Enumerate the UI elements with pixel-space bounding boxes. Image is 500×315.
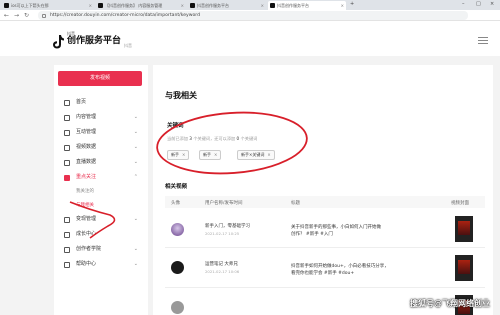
new-tab-icon[interactable]: + (350, 0, 354, 9)
sidebar-subitem-my-follows[interactable]: 我关注的 (54, 184, 148, 199)
browser-extensions (466, 12, 496, 27)
reload-icon[interactable]: ↻ (24, 11, 29, 20)
keyword-chip[interactable]: 新手 × (199, 150, 222, 160)
academy-icon (64, 247, 70, 253)
live-icon (64, 160, 70, 166)
keyword-chip[interactable]: 新手×关键词 × (237, 150, 275, 160)
app-header: 抖音 创作服务平台 抖音 (0, 21, 500, 56)
sidebar-item-interaction[interactable]: 互动管理 ⌄ (54, 125, 148, 140)
keywords-remaining: 0 (236, 136, 240, 141)
video-cover[interactable] (455, 216, 473, 242)
address-bar: ← → ↻ https://creator.douyin.com/creator… (0, 10, 500, 27)
page-title: 与我相关 (165, 91, 197, 100)
focus-icon (64, 175, 70, 181)
close-icon[interactable]: × (341, 1, 344, 10)
avatar (171, 261, 184, 274)
home-icon (64, 100, 70, 106)
minimize-icon[interactable]: – (462, 0, 465, 9)
sidebar-item-home[interactable]: 首页 (54, 95, 148, 110)
chevron-down-icon: ⌄ (133, 246, 138, 252)
window-close-icon[interactable]: × (490, 0, 494, 9)
browser-tab-3[interactable]: 抖音创作服务平台 × (188, 1, 266, 10)
chart-icon (64, 145, 70, 151)
keywords-title: 关键词 (167, 123, 184, 129)
chevron-down-icon: ⌄ (133, 159, 138, 165)
interaction-icon (64, 130, 70, 136)
sidebar-item-content[interactable]: 内容管理 ⌄ (54, 110, 148, 125)
tiktok-favicon-icon (98, 3, 103, 8)
sidebar-item-help[interactable]: 帮助中心 ⌄ (54, 257, 148, 272)
publish-video-button[interactable]: 发布视频 (58, 71, 142, 86)
platform-switch[interactable]: 抖音 (124, 43, 132, 49)
tiktok-favicon-icon (270, 3, 275, 8)
sidebar-item-live-data[interactable]: 直播数据 ⌄ (54, 155, 148, 170)
row-divider (165, 287, 485, 288)
chevron-up-icon: ⌃ (133, 174, 138, 180)
maximize-icon[interactable]: □ (476, 0, 481, 9)
row-divider (165, 247, 485, 248)
browser-tab-1[interactable]: ios可以上下箭头在那 × (2, 1, 94, 10)
watermark: 搜狐号@飞翔网络创业 (410, 299, 490, 308)
related-videos-title: 相关视频 (165, 184, 188, 190)
column-header-avatar: 头像 (171, 201, 180, 206)
content-icon (64, 115, 70, 121)
keywords-count: 3 (189, 136, 192, 141)
column-header-title: 标题 (291, 201, 300, 206)
menu-icon[interactable] (478, 37, 488, 45)
column-header-cover: 视频封面 (451, 201, 469, 206)
tab-favicon-icon (4, 3, 9, 8)
chevron-down-icon: ⌄ (133, 129, 138, 135)
back-icon[interactable]: ← (4, 11, 9, 20)
video-cover[interactable] (455, 255, 473, 281)
sidebar: 发布视频 首页 内容管理 ⌄ 互动管理 ⌄ 视频数据 ⌄ 直播数据 ⌄ 重点关注… (54, 65, 148, 315)
column-header-user: 用户名称/发布时间 (205, 201, 243, 206)
chevron-down-icon: ⌄ (133, 144, 138, 150)
close-icon[interactable]: × (181, 1, 184, 10)
growth-icon (64, 232, 70, 238)
url-input[interactable]: https://creator.douyin.com/creator-micro… (38, 11, 468, 20)
close-icon[interactable]: × (261, 1, 264, 10)
avatar (171, 301, 184, 314)
browser-tab-2[interactable]: 【抖音创作服务】 内容服务管理 × (96, 1, 186, 10)
help-icon (64, 262, 70, 268)
close-icon[interactable]: × (182, 152, 185, 157)
tiktok-favicon-icon (190, 3, 195, 8)
close-icon[interactable]: × (89, 1, 92, 10)
lock-icon (42, 14, 46, 18)
sidebar-subitem-related-to-me[interactable]: 与我相关 (54, 198, 148, 213)
douyin-logo-icon (53, 35, 64, 49)
sidebar-item-monetization[interactable]: 变现管理 ⌄ (54, 212, 148, 227)
browser-tab-4[interactable]: 抖音创作服务平台 × (268, 1, 346, 10)
sidebar-item-focus[interactable]: 重点关注 ⌃ (54, 170, 148, 185)
money-icon (64, 217, 70, 223)
brand[interactable]: 抖音 创作服务平台 (67, 31, 121, 47)
close-icon[interactable]: × (267, 152, 270, 157)
keyword-chip[interactable]: 新手 × (167, 150, 190, 160)
browser-tabbar: ios可以上下箭头在那 × 【抖音创作服务】 内容服务管理 × 抖音创作服务平台 × … (0, 0, 500, 10)
close-icon[interactable]: × (214, 152, 217, 157)
main-content: 与我相关 关键词 当前已添加 3 个关键词，还可以添加 0 个关键词 新手 × 新… (153, 65, 493, 315)
forward-icon[interactable]: → (14, 11, 19, 20)
avatar (171, 223, 184, 236)
sidebar-item-video-data[interactable]: 视频数据 ⌄ (54, 140, 148, 155)
sidebar-item-growth[interactable]: 成长中心 (54, 227, 148, 242)
chevron-down-icon: ⌄ (133, 261, 138, 267)
brand-title: 创作服务平台 (67, 36, 122, 46)
keywords-hint: 当前已添加 3 个关键词，还可以添加 0 个关键词 (167, 136, 258, 141)
chevron-down-icon: ⌄ (133, 216, 138, 222)
sidebar-item-academy[interactable]: 创作者学院 ⌄ (54, 242, 148, 257)
chevron-down-icon: ⌄ (133, 114, 138, 120)
